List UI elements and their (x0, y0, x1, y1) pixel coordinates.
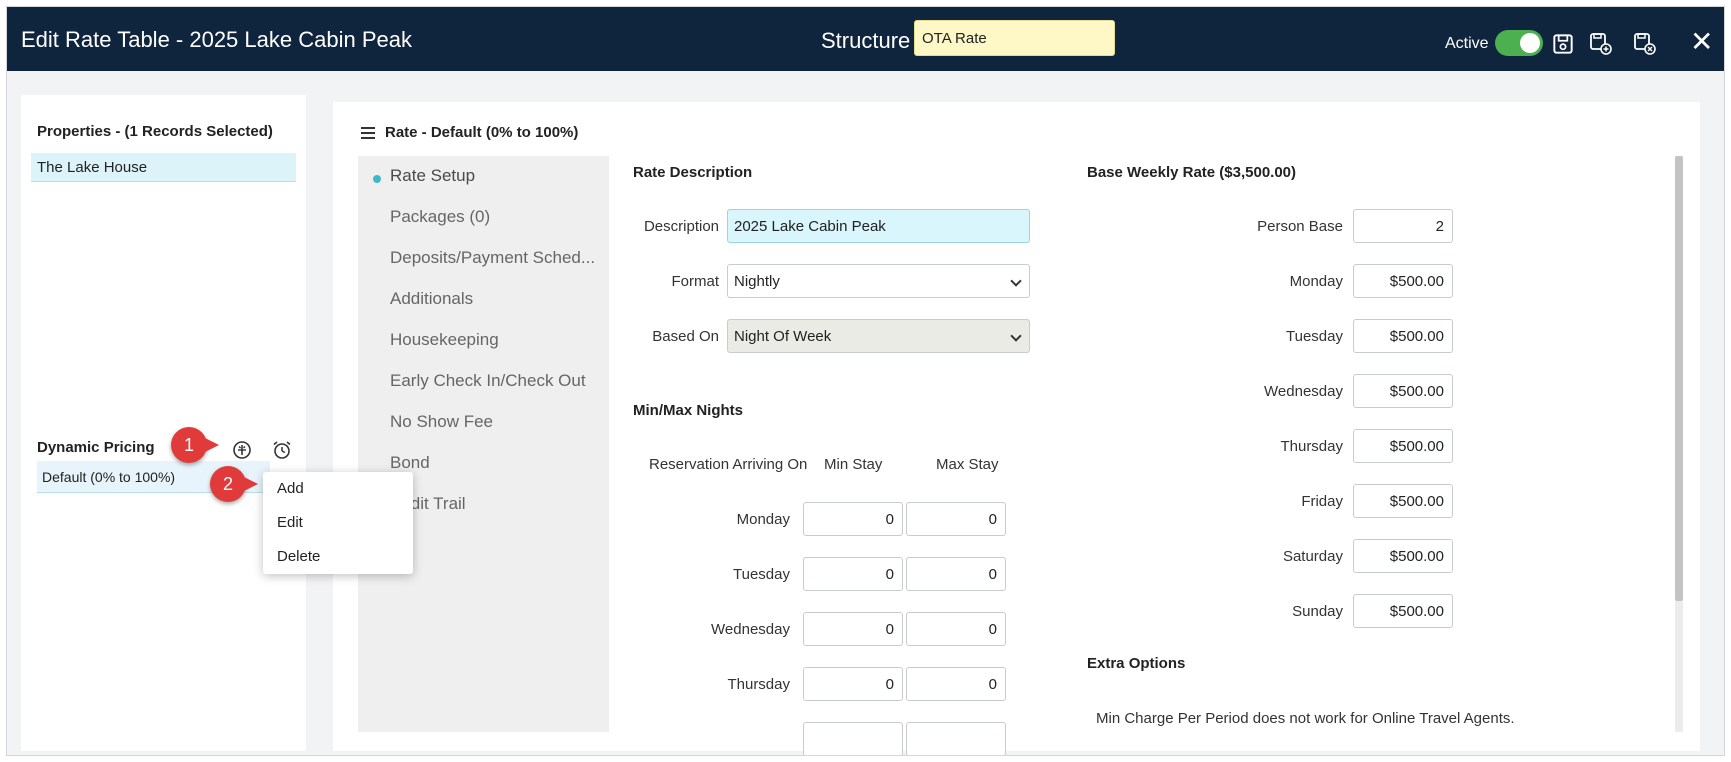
person-base-label: Person Base (1257, 218, 1343, 235)
rate-day-input[interactable]: $500.00 (1353, 429, 1453, 463)
rate-day-label: Tuesday (1286, 328, 1343, 345)
rate-nav: Rate Setup Packages (0) Deposits/Payment… (358, 156, 609, 732)
min-stay-input[interactable]: 0 (803, 667, 903, 701)
rate-day-label: Thursday (1280, 438, 1343, 455)
context-menu: Add Edit Delete (263, 472, 413, 574)
rate-day-label: Monday (1289, 273, 1343, 290)
format-value: Nightly (734, 273, 780, 290)
property-row[interactable]: The Lake House (31, 153, 296, 182)
alarm-clock-icon[interactable] (271, 439, 293, 461)
based-on-value: Night Of Week (734, 328, 832, 345)
arrival-day-label: Wednesday (711, 621, 790, 638)
based-on-select[interactable]: Night Of Week (727, 319, 1030, 353)
min-max-heading: Min/Max Nights (633, 402, 744, 419)
min-stay-input[interactable]: 0 (803, 557, 903, 591)
rate-day-input[interactable]: $500.00 (1353, 594, 1453, 628)
save-close-icon[interactable] (1632, 31, 1658, 57)
arrival-day-label: Thursday (727, 676, 790, 693)
window-title: Edit Rate Table - 2025 Lake Cabin Peak (21, 27, 412, 52)
base-weekly-heading: Base Weekly Rate ($3,500.00) (1087, 164, 1297, 181)
rate-day-input[interactable]: $500.00 (1353, 374, 1453, 408)
extra-options-note: Min Charge Per Period does not work for … (1096, 710, 1515, 727)
window-header: Edit Rate Table - 2025 Lake Cabin Peak S… (7, 7, 1724, 71)
format-label: Format (671, 273, 719, 290)
properties-title: Properties - (1 Records Selected) (37, 123, 273, 140)
min-stay-input[interactable] (803, 722, 903, 755)
person-base-input[interactable]: 2 (1353, 209, 1453, 243)
hamburger-icon[interactable] (361, 124, 375, 142)
nav-no-show-fee[interactable]: No Show Fee (390, 412, 493, 432)
structure-label: Structure (821, 28, 911, 53)
structure-field[interactable]: OTA Rate (914, 20, 1115, 56)
menu-item-add[interactable]: Add (277, 480, 304, 497)
nav-rate-setup[interactable]: Rate Setup (390, 166, 475, 186)
description-field[interactable]: 2025 Lake Cabin Peak (727, 209, 1030, 243)
rate-day-label: Friday (1301, 493, 1343, 510)
rate-day-input[interactable]: $500.00 (1353, 539, 1453, 573)
description-label: Description (643, 218, 719, 235)
rate-day-input[interactable]: $500.00 (1353, 264, 1453, 298)
max-stay-input[interactable]: 0 (906, 502, 1006, 536)
dynamic-pricing-title: Dynamic Pricing (37, 439, 155, 456)
callout-badge: 1 (171, 427, 219, 463)
rate-header-label: Rate - Default (0% to 100%) (385, 124, 579, 141)
max-stay-input[interactable] (906, 722, 1006, 755)
save-icon[interactable] (1550, 31, 1576, 57)
col-min-label: Min Stay (824, 456, 883, 473)
rate-day-input[interactable]: $500.00 (1353, 319, 1453, 353)
min-stay-input[interactable]: 0 (803, 502, 903, 536)
active-dot-icon (373, 175, 381, 183)
scrollbar[interactable] (1675, 156, 1683, 732)
rate-day-input[interactable]: $500.00 (1353, 484, 1453, 518)
nav-deposits[interactable]: Deposits/Payment Sched... (390, 248, 595, 268)
rate-description-heading: Rate Description (633, 164, 753, 181)
chevron-down-icon (1010, 330, 1022, 342)
menu-item-delete[interactable]: Delete (277, 548, 320, 565)
close-icon[interactable]: ✕ (1690, 28, 1713, 56)
extra-options-heading: Extra Options (1087, 655, 1186, 672)
nav-packages[interactable]: Packages (0) (390, 207, 490, 227)
active-label: Active (1445, 35, 1489, 52)
chevron-down-icon (1010, 275, 1022, 287)
rate-day-label: Saturday (1282, 548, 1343, 565)
callout-badge: 2 (210, 466, 258, 502)
max-stay-input[interactable]: 0 (906, 612, 1006, 646)
dynamic-pricing-icon[interactable] (231, 439, 253, 461)
max-stay-input[interactable]: 0 (906, 667, 1006, 701)
rate-table-window: Edit Rate Table - 2025 Lake Cabin Peak S… (6, 6, 1725, 756)
col-arriving-label: Reservation Arriving On (649, 456, 808, 473)
nav-early-check-in[interactable]: Early Check In/Check Out (390, 371, 586, 391)
toggle-knob (1520, 33, 1540, 53)
nav-bond[interactable]: Bond (390, 453, 430, 473)
based-on-label: Based On (652, 328, 719, 345)
active-toggle[interactable] (1495, 30, 1543, 56)
rate-header: Rate - Default (0% to 100%) (361, 124, 578, 142)
left-panel: Properties - (1 Records Selected) The La… (21, 95, 306, 751)
format-select[interactable]: Nightly (727, 264, 1030, 298)
save-new-icon[interactable] (1588, 31, 1614, 57)
rate-day-label: Wednesday (1264, 383, 1343, 400)
arrival-day-label: Monday (736, 511, 790, 528)
main-panel: Rate - Default (0% to 100%) Rate Setup P… (333, 102, 1700, 755)
scrollbar-thumb[interactable] (1675, 156, 1683, 601)
nav-additionals[interactable]: Additionals (390, 289, 473, 309)
max-stay-input[interactable]: 0 (906, 557, 1006, 591)
rate-day-label: Sunday (1292, 603, 1343, 620)
menu-item-edit[interactable]: Edit (277, 514, 303, 531)
nav-housekeeping[interactable]: Housekeeping (390, 330, 499, 350)
arrival-day-label: Tuesday (733, 566, 790, 583)
col-max-label: Max Stay (936, 456, 999, 473)
min-stay-input[interactable]: 0 (803, 612, 903, 646)
